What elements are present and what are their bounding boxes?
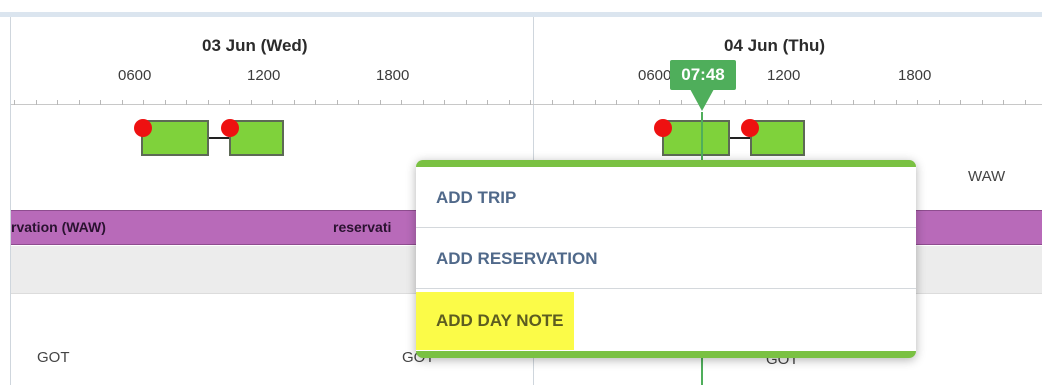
ruler-tick xyxy=(337,100,338,105)
ruler-tick xyxy=(251,100,252,105)
ruler-tick xyxy=(100,100,101,105)
ruler-tick xyxy=(315,100,316,105)
menu-item-add-reservation[interactable]: ADD RESERVATION xyxy=(416,228,916,289)
ruler-tick xyxy=(552,100,553,105)
departure-marker xyxy=(741,119,759,137)
ruler-tick xyxy=(79,100,80,105)
ruler-tick xyxy=(982,100,983,105)
departure-marker xyxy=(221,119,239,137)
ruler-tick xyxy=(229,100,230,105)
ruler-tick xyxy=(724,100,725,105)
ruler-tick xyxy=(165,100,166,105)
ruler-tick xyxy=(853,100,854,105)
tick-label-1200: 1200 xyxy=(247,67,281,84)
ruler-tick xyxy=(831,100,832,105)
ruler-tick xyxy=(659,100,660,105)
menu-item-label: ADD DAY NOTE xyxy=(416,292,574,350)
ruler-tick xyxy=(745,100,746,105)
ruler-tick xyxy=(186,100,187,105)
ruler-tick xyxy=(509,100,510,105)
context-menu: ADD TRIP ADD RESERVATION ADD DAY NOTE xyxy=(416,160,916,358)
day-header-wed: 03 Jun (Wed) xyxy=(202,36,308,55)
tick-label-1200-thu: 1200 xyxy=(767,67,801,84)
tick-label-0600: 0600 xyxy=(118,67,152,84)
menu-item-add-day-note[interactable]: ADD DAY NOTE xyxy=(416,290,916,351)
airport-code: WAW xyxy=(968,168,1006,185)
top-border xyxy=(0,12,1042,17)
menu-item-add-trip[interactable]: ADD TRIP xyxy=(416,167,916,228)
reservation-label: rvation (WAW) xyxy=(11,219,106,235)
ruler-tick xyxy=(294,100,295,105)
ruler-tick xyxy=(681,100,682,105)
departure-marker xyxy=(654,119,672,137)
ruler-tick xyxy=(423,100,424,105)
ruler-tick xyxy=(57,100,58,105)
ruler-tick xyxy=(466,100,467,105)
tick-label-1800: 1800 xyxy=(376,67,410,84)
trip-connector xyxy=(209,137,229,139)
ruler-tick xyxy=(122,100,123,105)
ruler-tick xyxy=(616,100,617,105)
ruler-tick xyxy=(14,100,15,105)
ruler-tick xyxy=(960,100,961,105)
ruler-tick xyxy=(595,100,596,105)
current-time-flag: 07:48 xyxy=(670,60,736,90)
menu-item-label: ADD TRIP xyxy=(436,188,517,207)
frame-left-border xyxy=(10,17,11,385)
ruler-tick xyxy=(358,100,359,105)
ruler-tick xyxy=(208,100,209,105)
menu-item-label: ADD RESERVATION xyxy=(436,249,598,268)
trip-connector xyxy=(730,137,750,139)
tick-label-0600-thu: 0600 xyxy=(638,67,672,84)
airport-code: GOT xyxy=(37,349,70,366)
ruler-tick xyxy=(767,100,768,105)
ruler-tick xyxy=(638,100,639,105)
ruler-tick xyxy=(143,100,144,105)
ruler-tick xyxy=(810,100,811,105)
trip-block[interactable] xyxy=(662,120,730,156)
ruler-tick xyxy=(444,100,445,105)
ruler-tick xyxy=(1003,100,1004,105)
ruler-tick xyxy=(487,100,488,105)
ruler-tick xyxy=(896,100,897,105)
ruler-tick xyxy=(939,100,940,105)
ruler-tick xyxy=(874,100,875,105)
ruler-tick xyxy=(530,100,531,105)
ruler-tick xyxy=(401,100,402,105)
reservation-label: reservati xyxy=(333,219,392,235)
departure-marker xyxy=(134,119,152,137)
ruler-tick xyxy=(272,100,273,105)
ruler-tick xyxy=(917,100,918,105)
ruler-tick xyxy=(36,100,37,105)
ruler-tick xyxy=(380,100,381,105)
current-time-pointer xyxy=(690,89,714,111)
ruler-tick xyxy=(573,100,574,105)
ruler-tick xyxy=(788,100,789,105)
day-header-thu: 04 Jun (Thu) xyxy=(724,36,826,55)
tick-label-1800-thu: 1800 xyxy=(898,67,932,84)
ruler-tick xyxy=(1025,100,1026,105)
